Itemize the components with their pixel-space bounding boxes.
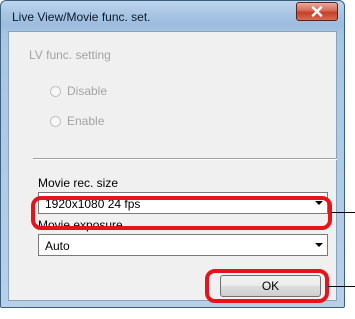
close-button[interactable] bbox=[296, 2, 338, 21]
movie-rec-size-select[interactable]: 1920x1080 24 fps bbox=[38, 192, 328, 214]
ok-button[interactable]: OK bbox=[220, 275, 321, 297]
movie-exposure-value: Auto bbox=[45, 239, 70, 253]
dialog-content: LV func. setting Disable Enable Movie re… bbox=[8, 31, 337, 301]
radio-disable-label: Disable bbox=[67, 84, 108, 98]
movie-rec-size-value: 1920x1080 24 fps bbox=[45, 197, 141, 211]
title-bar[interactable]: Live View/Movie func. set. bbox=[1, 1, 344, 31]
dialog-window: Live View/Movie func. set. LV func. sett… bbox=[0, 0, 345, 308]
movie-exposure-label: Movie exposure bbox=[38, 218, 123, 232]
callout-line-rec-size bbox=[331, 212, 355, 213]
close-icon bbox=[311, 6, 323, 17]
callout-line-ok bbox=[328, 286, 355, 287]
radio-enable-label: Enable bbox=[67, 114, 105, 128]
divider bbox=[33, 158, 337, 160]
radio-disable[interactable] bbox=[50, 86, 61, 97]
radio-enable[interactable] bbox=[50, 116, 61, 127]
movie-rec-size-label: Movie rec. size bbox=[38, 176, 119, 190]
chevron-down-icon bbox=[315, 243, 323, 247]
chevron-down-icon bbox=[315, 201, 323, 205]
window-title: Live View/Movie func. set. bbox=[12, 10, 151, 24]
movie-exposure-select[interactable]: Auto bbox=[38, 234, 328, 256]
lv-func-setting-label: LV func. setting bbox=[29, 48, 111, 62]
